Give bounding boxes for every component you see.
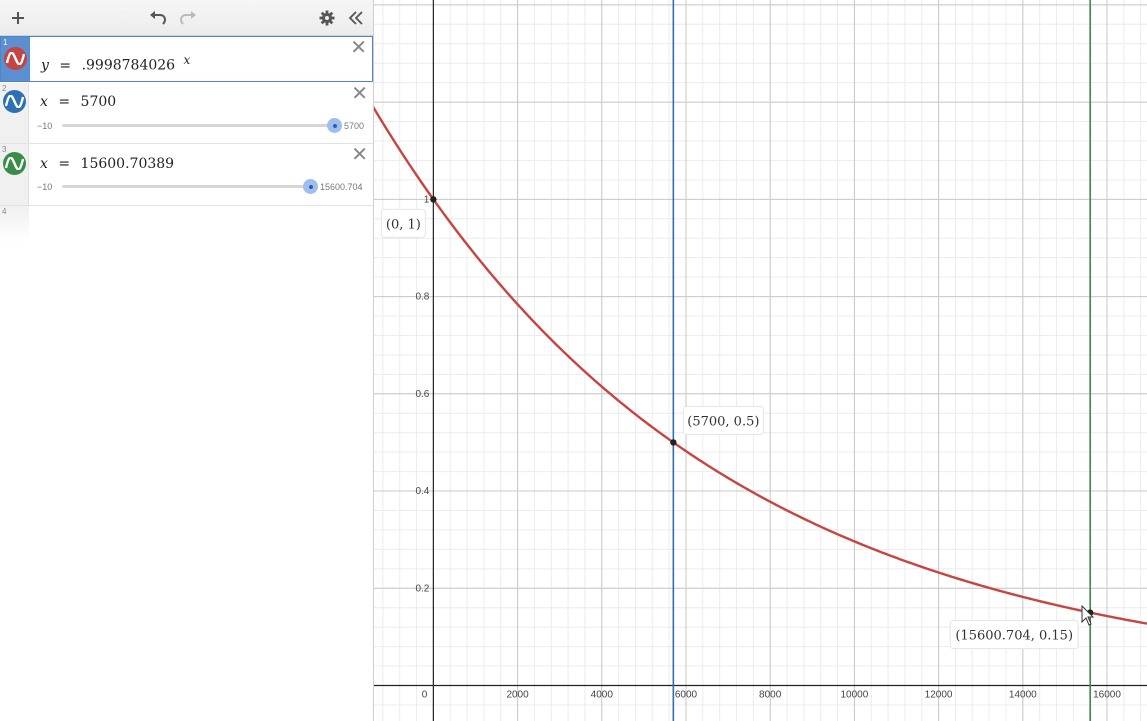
expression-gutter: 2: [0, 83, 29, 143]
slider-min-label[interactable]: −10: [37, 121, 52, 131]
slider-track[interactable]: [62, 185, 314, 188]
x-tick-label: 10000: [840, 690, 868, 701]
undo-icon: [150, 11, 167, 25]
x-tick-label: 0: [422, 690, 428, 701]
mouse-cursor-icon: [1081, 604, 1095, 626]
x-tick-label: 4000: [591, 690, 614, 701]
plus-icon: [12, 12, 24, 24]
x-tick-label: 16000: [1093, 690, 1121, 701]
expression-number: 3: [2, 145, 7, 154]
double-chevron-left-icon: [348, 11, 363, 25]
point-label: (15600.704, 0.15): [955, 629, 1073, 644]
math-rhs: 15600.70389: [80, 156, 175, 172]
x-tick-label: 2000: [506, 690, 529, 701]
math-equals: =: [58, 156, 71, 172]
expression-row-3[interactable]: 3 x = 15600.70389 ✕ −10 15600.704: [0, 144, 373, 206]
expression-row-2[interactable]: 2 x = 5700 ✕ −10 5700: [0, 83, 373, 144]
wave-icon: [6, 52, 25, 65]
expression-gutter: 3: [0, 144, 29, 205]
wave-icon: [5, 95, 24, 108]
settings-button[interactable]: [316, 0, 338, 36]
math-rhs: 5700: [80, 94, 117, 110]
slider-thumb[interactable]: [303, 179, 318, 194]
math-exponent: x: [183, 53, 191, 67]
grid-minor: [374, 0, 1147, 721]
collapse-list-button[interactable]: [344, 0, 368, 36]
expression-row-4[interactable]: 4: [0, 206, 373, 242]
math-equals: =: [58, 94, 71, 110]
graph-color-icon[interactable]: [3, 152, 26, 175]
graph-color-icon[interactable]: [3, 90, 26, 113]
graph-color-icon[interactable]: [4, 47, 27, 70]
point-marker: [430, 196, 437, 203]
x-tick-label: 6000: [675, 690, 698, 701]
x-tick-label: 8000: [759, 690, 782, 701]
y-tick-label: 1: [424, 194, 430, 205]
point-label: (5700, 0.5): [687, 414, 759, 429]
point-label: (0, 1): [386, 217, 421, 232]
expression-number: 4: [2, 207, 7, 216]
y-tick-label: 0.8: [415, 292, 429, 303]
grid-major: [374, 0, 1147, 721]
redo-button[interactable]: [176, 0, 200, 36]
x-tick-label: 12000: [925, 690, 953, 701]
math-lhs: x: [40, 94, 48, 110]
expression-math[interactable]: y = .9998784026 x: [41, 53, 190, 74]
slider-min-label[interactable]: −10: [37, 182, 52, 192]
add-expression-button[interactable]: [6, 0, 30, 36]
math-equals: =: [59, 57, 72, 74]
x-tick-label: 14000: [1009, 690, 1037, 701]
delete-expression-button[interactable]: ✕: [351, 145, 368, 165]
slider-max-label[interactable]: 5700: [344, 121, 364, 131]
undo-button[interactable]: [146, 0, 170, 36]
axes: [374, 0, 1147, 721]
delete-expression-button[interactable]: ✕: [351, 84, 368, 104]
expression-gutter: 1: [1, 37, 30, 81]
slider-max-label[interactable]: 15600.704: [320, 182, 363, 192]
expression-math[interactable]: x = 5700: [40, 94, 116, 110]
points: (0, 1) (5700, 0.5) (15600.704, 0.15): [380, 196, 1094, 650]
wave-icon: [5, 157, 24, 170]
point-marker: [670, 439, 677, 446]
slider-thumb[interactable]: [327, 118, 342, 133]
y-tick-label: 0.4: [415, 486, 429, 497]
expression-gutter: 4: [0, 206, 29, 242]
expression-number: 2: [2, 84, 7, 93]
graph-canvas[interactable]: 0 2000 4000 6000 8000 10000 12000 14000 16000 0.2…: [374, 0, 1147, 721]
series: [374, 0, 1147, 721]
math-lhs: x: [40, 156, 48, 172]
redo-icon: [179, 11, 196, 25]
math-lhs: y: [41, 57, 49, 74]
y-tick-label: 0.6: [415, 389, 429, 400]
gear-icon: [319, 10, 335, 26]
delete-expression-button[interactable]: ✕: [350, 38, 367, 58]
slider-track[interactable]: [62, 124, 337, 127]
expression-toolbar: [0, 0, 373, 36]
expression-row-1[interactable]: 1 y = .9998784026 x ✕: [0, 36, 373, 82]
math-rhs: .9998784026: [81, 57, 176, 74]
y-tick-label: 0.2: [415, 583, 429, 594]
expression-number: 1: [3, 38, 8, 47]
expression-list-panel: 1 y = .9998784026 x ✕ 2 x = 5700 ✕ −10 5…: [0, 0, 374, 721]
expression-math[interactable]: x = 15600.70389: [40, 156, 174, 172]
